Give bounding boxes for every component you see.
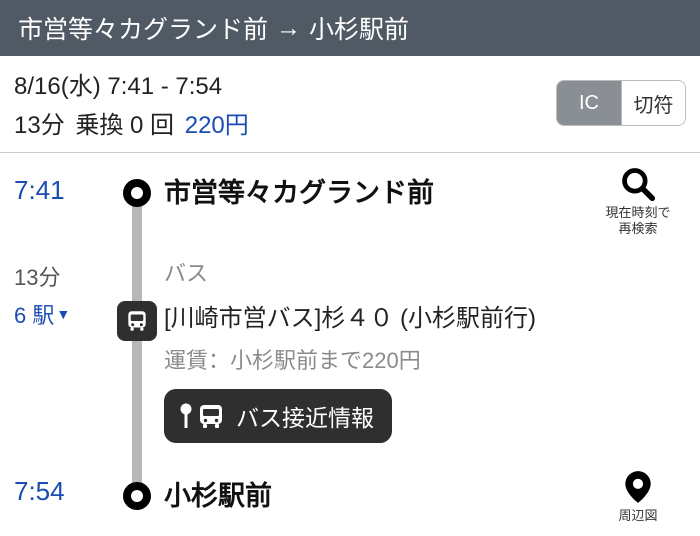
start-time: 7:41 [14,175,104,206]
end-time: 7:54 [14,476,104,507]
research-label: 現在時刻で 再検索 [605,205,670,236]
summary-details: 13分 乗換 0 回 220円 [14,105,249,140]
search-icon [619,165,657,203]
segment-stops-expand[interactable]: 6 駅 ▼ [14,298,70,330]
start-station: 市営等々カグランド前 [164,171,590,210]
segment-duration: 13分 [14,260,104,292]
segment-stops-label: 6 駅 [14,298,54,330]
summary-fare[interactable]: 220円 [185,112,249,139]
route-body: 7:41 市営等々カグランド前 現在時刻で 再検索 13分 6 駅 ▼ [0,153,700,536]
chevron-down-icon: ▼ [56,306,70,322]
header-from: 市営等々カグランド前 [18,10,268,46]
summary-date-times: 8/16(水) 7:41 - 7:54 [14,66,249,101]
summary-bar: 8/16(水) 7:41 - 7:54 13分 乗換 0 回 220円 IC 切… [0,56,700,153]
header-to: 小杉駅前 [309,10,409,46]
bus-approach-info-button[interactable]: バス接近情報 [164,389,392,443]
segment-line: [川崎市営バス]杉４０ (小杉駅前行) [164,298,590,333]
header-arrow: → [276,14,301,43]
bus-stop-icon [176,401,226,431]
end-station: 小杉駅前 [164,474,590,513]
bus-approach-label: バス接近情報 [236,399,374,433]
research-now-button[interactable]: 現在時刻で 再検索 [590,165,686,236]
map-label: 周辺図 [618,508,657,524]
area-map-button[interactable]: 周辺図 [590,468,686,524]
toggle-ic-button[interactable]: IC [557,81,621,125]
map-pin-icon [619,468,657,506]
summary-duration: 13分 [14,112,65,139]
route-segment-row: 13分 6 駅 ▼ バス [川崎市営バス]杉４０ (小杉駅前行) 運賃：小杉駅前… [14,236,686,466]
route-header: 市営等々カグランド前 → 小杉駅前 [0,0,700,56]
toggle-ticket-button[interactable]: 切符 [621,81,685,125]
segment-fare: 運賃：小杉駅前まで220円 [164,343,590,375]
segment-mode: バス [164,256,590,288]
summary-transfers: 乗換 0 回 [75,112,174,139]
route-start-row: 7:41 市営等々カグランド前 現在時刻で 再検索 [14,153,686,236]
fare-type-toggle: IC 切符 [556,80,686,126]
